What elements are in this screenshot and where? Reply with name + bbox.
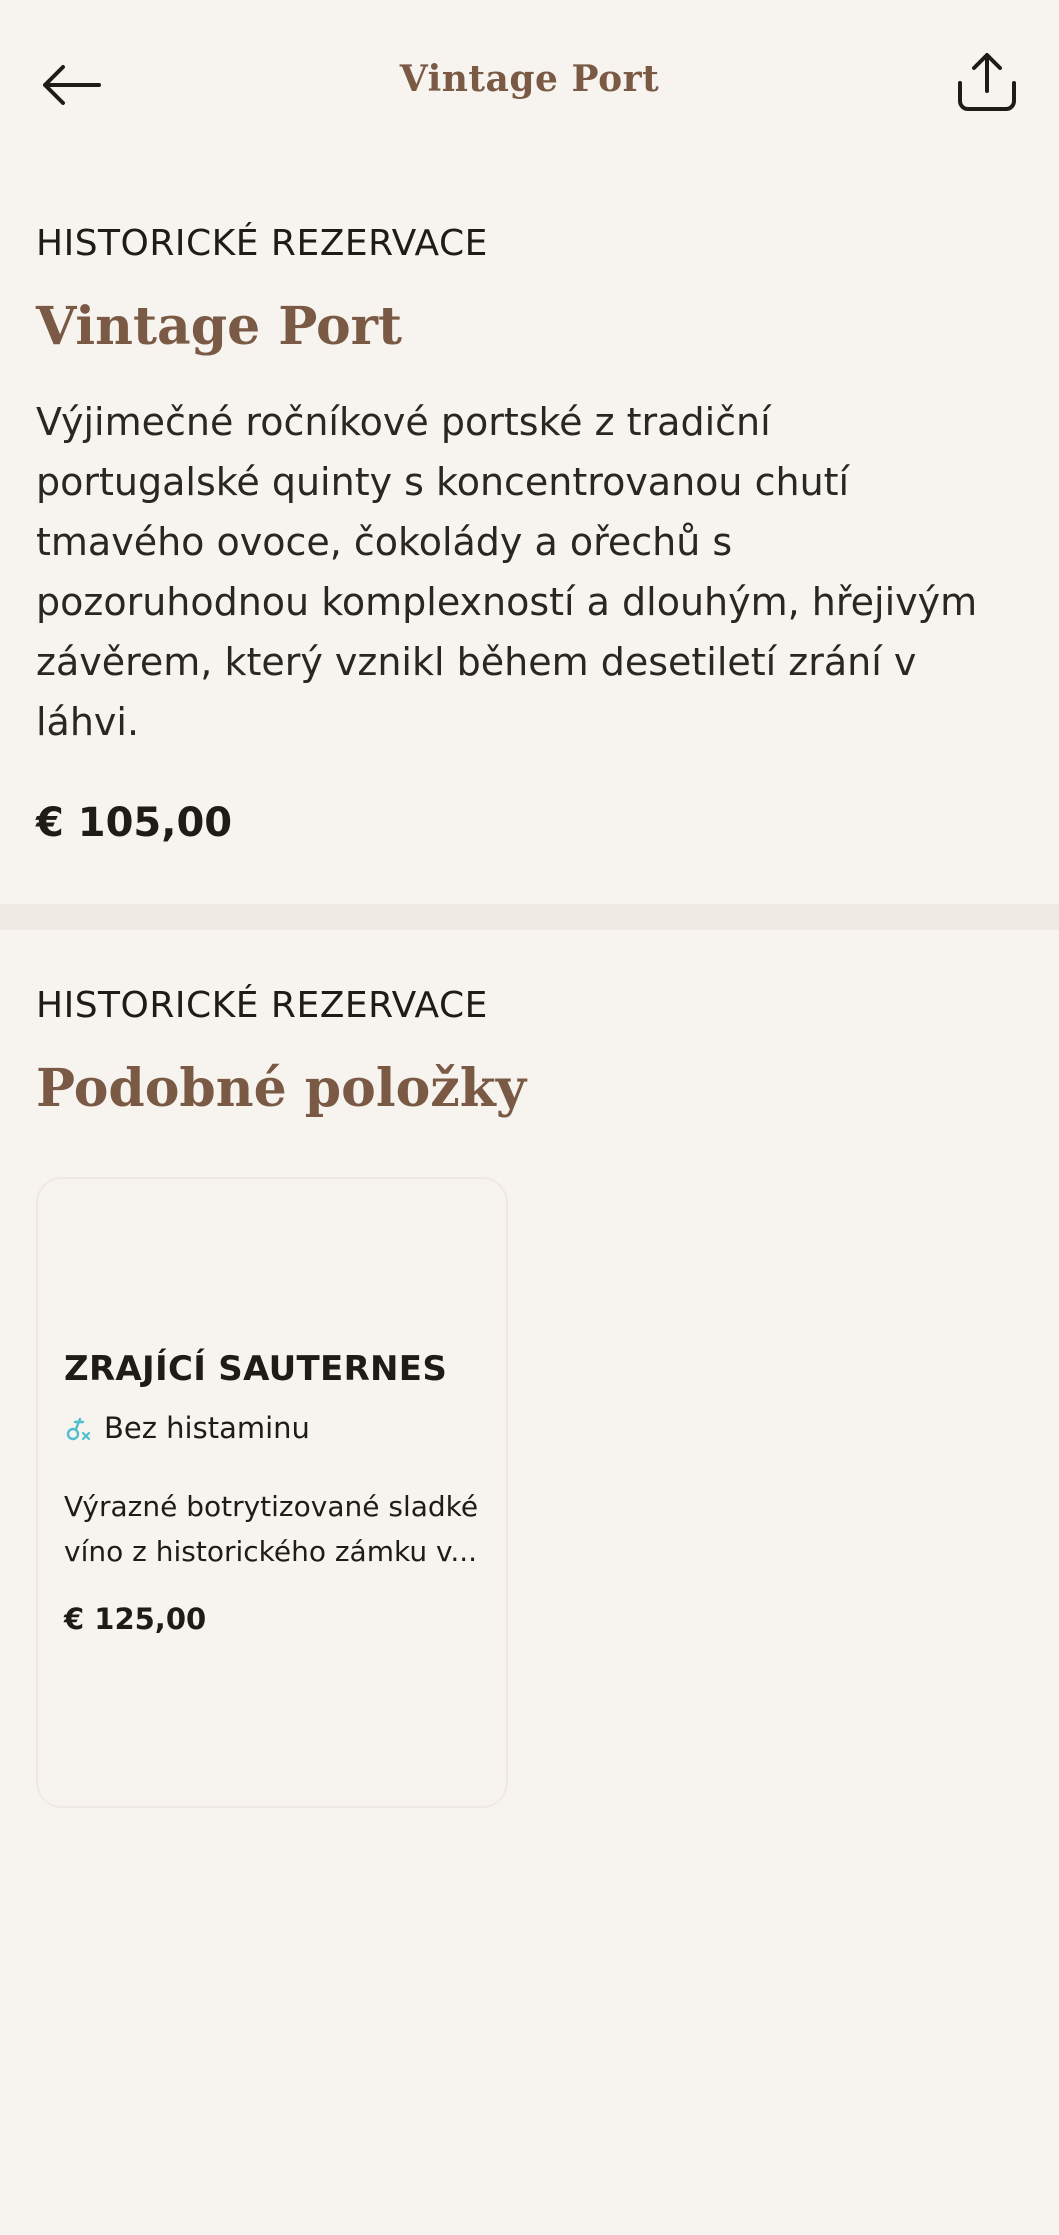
similar-item-description: Výrazné botrytizované sladké víno z hist… — [64, 1484, 494, 1574]
share-icon — [958, 53, 1016, 111]
similar-item-card[interactable]: ZRAJÍCÍ SAUTERNES Bez histaminu Výrazné … — [36, 1177, 508, 1808]
share-button[interactable] — [951, 46, 1023, 118]
header-title: Vintage Port — [399, 58, 660, 100]
description-line: pozoruhodnou komplexností a dlouhým, hře… — [36, 580, 978, 624]
description-line: tmavého ovoce, čokolády a ořechů s — [36, 520, 733, 564]
product-section: HISTORICKÉ REZERVACE Vintage Port Výjime… — [36, 222, 1023, 846]
top-bar: Vintage Port — [0, 0, 1059, 170]
no-histamine-icon — [66, 1417, 91, 1441]
product-name: Vintage Port — [36, 296, 403, 357]
description-line: portugalské quinty s koncentrovanou chut… — [36, 460, 850, 504]
description-line: láhvi. — [36, 700, 140, 744]
similar-category: HISTORICKÉ REZERVACE — [36, 985, 488, 1026]
card-description-line: víno z historického zámku v... — [64, 1535, 478, 1568]
similar-item-tag: Bez histaminu — [64, 1411, 310, 1445]
description-line: závěrem, který vznikl během desetiletí z… — [36, 640, 917, 684]
similar-item-price: € 125,00 — [64, 1602, 207, 1636]
product-price: € 105,00 — [36, 800, 233, 846]
similar-items-section: HISTORICKÉ REZERVACE Podobné položky — [36, 984, 1023, 1124]
similar-heading: Podobné položky — [36, 1058, 527, 1119]
similar-item-tag-label: Bez histaminu — [104, 1411, 310, 1445]
description-line: Výjimečné ročníkové portské z tradiční — [36, 400, 771, 444]
product-category: HISTORICKÉ REZERVACE — [36, 223, 488, 264]
similar-item-name: ZRAJÍCÍ SAUTERNES — [64, 1349, 448, 1389]
product-description: Výjimečné ročníkové portské z tradiční p… — [36, 392, 1021, 752]
section-divider — [0, 904, 1059, 930]
card-description-line: Výrazné botrytizované sladké — [64, 1490, 479, 1523]
